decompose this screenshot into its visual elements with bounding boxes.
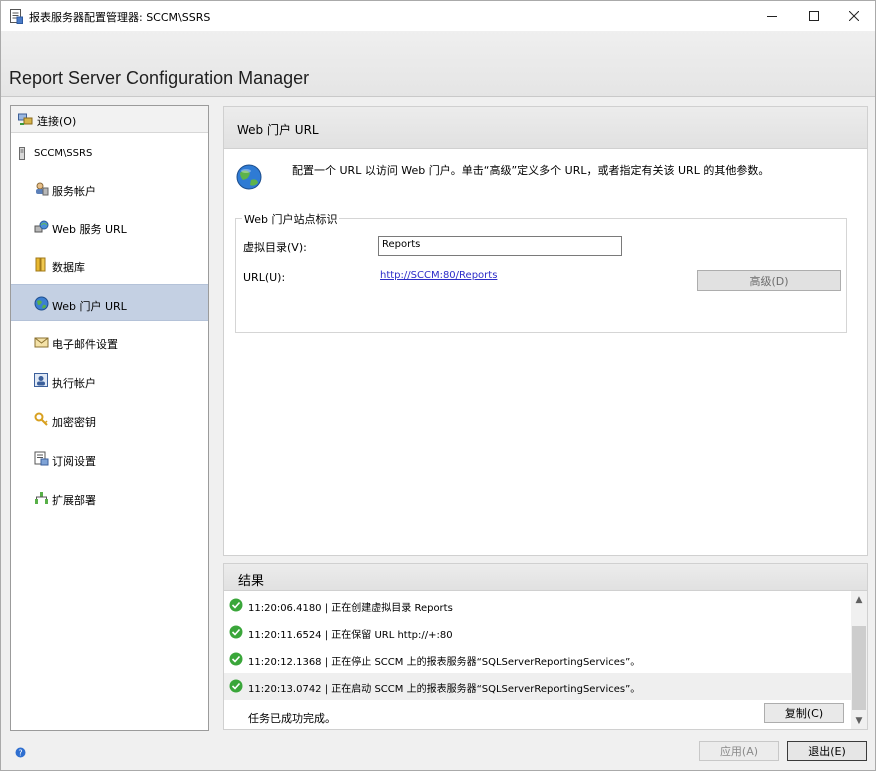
results-scrollbar[interactable]: ▲ ▼ — [851, 591, 867, 729]
server-label: SCCM\SSRS — [34, 148, 93, 159]
sidebar-item-service-account[interactable]: 服务帐户 — [11, 170, 208, 207]
results-title: 结果 — [238, 574, 265, 589]
connect-icon — [18, 113, 33, 125]
sidebar-item-label: 加密密钥 — [52, 416, 96, 429]
subscription-icon — [34, 451, 49, 466]
sidebar-item-label: 扩展部署 — [52, 494, 96, 507]
log-row: 11:20:11.6524 | 正在保留 URL http://+:80 — [224, 619, 851, 646]
log-row: 11:20:06.4180 | 正在创建虚拟目录 Reports — [224, 592, 851, 619]
close-button[interactable] — [831, 1, 876, 31]
key-icon — [34, 412, 48, 426]
maximize-icon — [809, 11, 819, 21]
app-heading: Report Server Configuration Manager — [9, 68, 310, 88]
exit-button[interactable]: 退出(E) — [787, 741, 867, 761]
sidebar-item-scale-out-deployment[interactable]: 扩展部署 — [11, 479, 208, 516]
web-service-icon — [34, 220, 49, 233]
title-bar: 报表服务器配置管理器: SCCM\SSRS — [1, 1, 875, 31]
web-portal-url-link[interactable]: http://SCCM:80/Reports — [380, 270, 497, 281]
log-row: 11:20:12.1368 | 正在停止 SCCM 上的报表服务器“SQLSer… — [224, 646, 851, 673]
sidebar-item-label: Web 服务 URL — [52, 223, 127, 236]
minimize-button[interactable] — [749, 1, 795, 31]
sidebar-item-label: 订阅设置 — [52, 455, 96, 468]
sidebar-item-web-portal-url[interactable]: Web 门户 URL — [11, 284, 208, 321]
apply-button[interactable]: 应用(A) — [699, 741, 779, 761]
sidebar-item-execution-account[interactable]: 执行帐户 — [11, 362, 208, 399]
sidebar-item-database[interactable]: 数据库 — [11, 246, 208, 283]
success-check-icon — [229, 652, 243, 666]
execution-account-icon — [34, 373, 48, 387]
virtual-directory-label: 虚拟目录(V): — [243, 241, 307, 254]
copy-button[interactable]: 复制(C) — [764, 703, 844, 723]
sidebar-item-label: 服务帐户 — [52, 185, 96, 198]
connect-button[interactable]: 连接(O) — [11, 106, 208, 133]
database-icon — [35, 257, 46, 272]
log-text: 11:20:12.1368 | 正在停止 SCCM 上的报表服务器“SQLSer… — [248, 657, 641, 668]
window-title: 报表服务器配置管理器: SCCM\SSRS — [29, 11, 211, 24]
report-document-icon — [10, 9, 23, 24]
scroll-down-icon[interactable]: ▼ — [851, 712, 867, 729]
log-text: 11:20:11.6524 | 正在保留 URL http://+:80 — [248, 630, 453, 641]
minimize-icon — [767, 16, 777, 17]
web-portal-url-panel: Web 门户 URL 配置一个 URL 以访问 Web 门户。单击“高级”定义多… — [223, 106, 868, 556]
scroll-up-icon[interactable]: ▲ — [851, 591, 867, 608]
advanced-button[interactable]: 高级(D) — [697, 270, 841, 291]
sidebar-item-web-service-url[interactable]: Web 服务 URL — [11, 208, 208, 245]
sidebar-item-label: 数据库 — [52, 261, 85, 274]
results-panel: 结果 11:20:06.4180 | 正在创建虚拟目录 Reports 11:2… — [223, 563, 868, 730]
panel-title: Web 门户 URL — [237, 123, 319, 137]
sidebar-item-subscription-settings[interactable]: 订阅设置 — [11, 440, 208, 477]
sidebar-item-label: Web 门户 URL — [52, 300, 127, 313]
server-icon — [19, 147, 25, 160]
panel-description: 配置一个 URL 以访问 Web 门户。单击“高级”定义多个 URL，或者指定有… — [292, 164, 770, 177]
panel-header: Web 门户 URL — [224, 107, 867, 149]
site-identification-group: Web 门户站点标识 虚拟目录(V): Reports URL(U): http… — [235, 211, 847, 333]
scale-out-icon — [35, 492, 48, 504]
success-check-icon — [229, 679, 243, 693]
sidebar: 连接(O) SCCM\SSRS 服务帐户 Web 服务 URL 数据库 Web … — [10, 105, 209, 731]
task-complete-text: 任务已成功完成。 — [248, 712, 336, 725]
success-check-icon — [229, 598, 243, 612]
service-account-icon — [36, 182, 49, 196]
help-icon[interactable]: ? — [15, 747, 26, 758]
header-banner: Report Server Configuration Manager — [1, 31, 875, 97]
sidebar-item-label: 电子邮件设置 — [52, 338, 118, 351]
url-label: URL(U): — [243, 271, 286, 284]
sidebar-item-encryption-keys[interactable]: 加密密钥 — [11, 401, 208, 438]
log-row: 11:20:13.0742 | 正在启动 SCCM 上的报表服务器“SQLSer… — [224, 673, 851, 700]
scroll-thumb[interactable] — [852, 626, 866, 710]
globe-icon — [34, 296, 49, 311]
log-text: 11:20:06.4180 | 正在创建虚拟目录 Reports — [248, 603, 453, 614]
sidebar-item-label: 执行帐户 — [52, 377, 96, 390]
svg-text:?: ? — [18, 749, 22, 758]
app-window: 报表服务器配置管理器: SCCM\SSRS Report Server Conf… — [0, 0, 876, 771]
log-text: 11:20:13.0742 | 正在启动 SCCM 上的报表服务器“SQLSer… — [248, 684, 641, 695]
globe-icon — [236, 164, 262, 190]
group-label: Web 门户站点标识 — [242, 211, 340, 227]
sidebar-item-email-settings[interactable]: 电子邮件设置 — [11, 323, 208, 360]
virtual-directory-input[interactable]: Reports — [378, 236, 622, 256]
results-header: 结果 — [224, 564, 867, 591]
connect-label: 连接(O) — [37, 115, 77, 128]
success-check-icon — [229, 625, 243, 639]
close-icon — [849, 11, 859, 21]
email-icon — [34, 337, 49, 348]
